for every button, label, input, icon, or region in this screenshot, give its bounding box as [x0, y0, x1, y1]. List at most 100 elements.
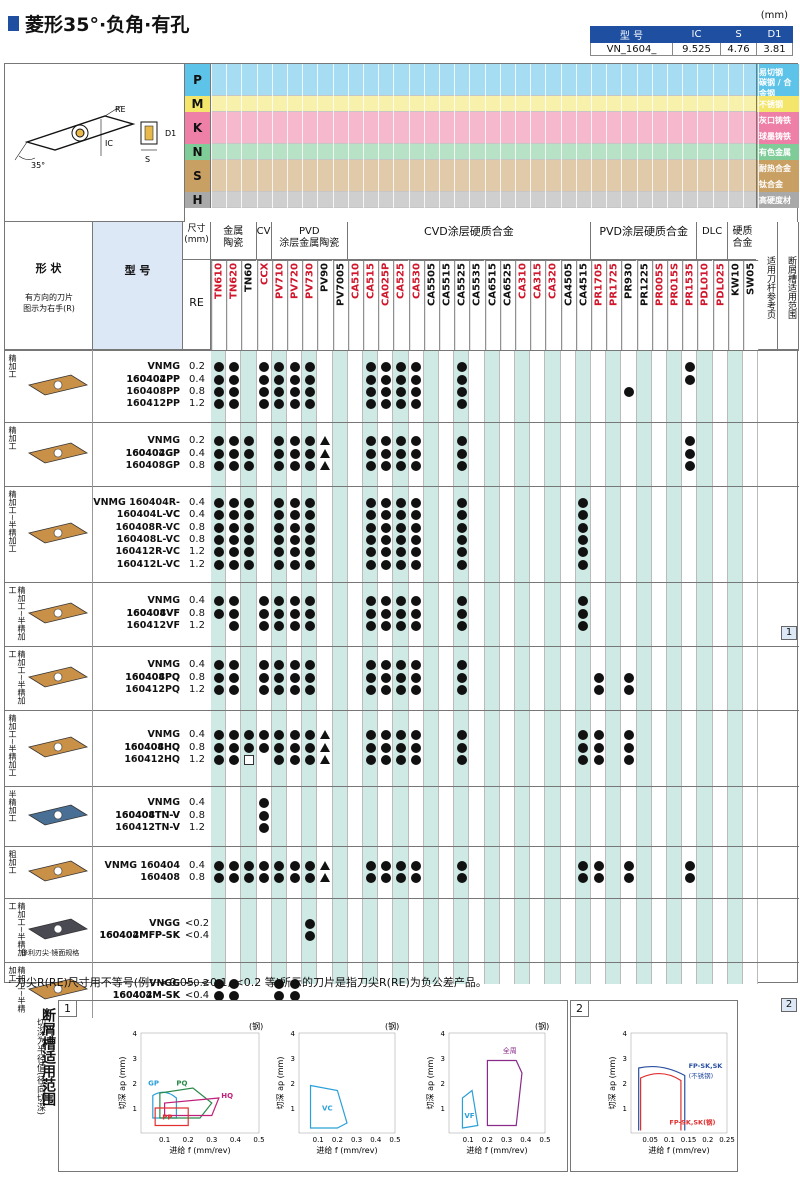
dims-d1: 3.81 [756, 42, 793, 56]
mark-recommended [289, 559, 300, 570]
material-N-label: N [185, 144, 211, 160]
mark-recommended [365, 374, 376, 385]
material-M-band [211, 96, 756, 112]
mark-recommended [228, 685, 239, 696]
material-K-label: K [185, 112, 211, 144]
mark-recommended [259, 672, 270, 683]
grade-divider [697, 64, 699, 222]
re-value: <0.4 [184, 930, 210, 941]
mark-recommended [456, 461, 467, 472]
mark-recommended [213, 399, 224, 410]
mark-recommended [593, 672, 604, 683]
grade-divider [226, 64, 228, 222]
mark-recommended [289, 672, 300, 683]
model-code: 160408R-VC [115, 521, 180, 533]
mark-recommended [365, 621, 376, 632]
mark-recommended [213, 755, 224, 766]
grade-divider [393, 64, 395, 222]
mark-recommended [624, 860, 634, 871]
mark-recommended [228, 374, 239, 385]
mark-recommended [244, 860, 254, 871]
x-tick-label: 0.3 [351, 1136, 362, 1144]
mark-recommended [365, 608, 376, 619]
series-label: FP-SK,SK(钢) [669, 1117, 715, 1126]
mark-recommended [213, 362, 224, 373]
grade-divider [667, 64, 668, 222]
model-code: 160412VF [126, 620, 180, 632]
y-axis-label: 切深 ap (mm) [118, 1057, 127, 1110]
mark-recommended [380, 362, 391, 373]
mark-recommended [365, 742, 376, 753]
mark-recommended [380, 873, 391, 883]
range-charts-2: 0.05 0.1 0.15 0.2 0.25 1 2 3 4 进给 f (mm/rev) 切深 ap… [608, 1030, 735, 1155]
grade-PDL010: PDL010 [697, 260, 713, 350]
diagram-ic: IC [105, 139, 113, 148]
mark-recommended [213, 547, 224, 558]
x-tick-label: 0.2 [702, 1136, 713, 1144]
grade-PV7005: PV7005 [332, 260, 348, 350]
mark-recommended [244, 535, 254, 545]
grade-CA510: CA510 [347, 260, 363, 350]
grade-divider [287, 64, 288, 222]
grade-PV710: PV710 [271, 260, 287, 350]
mark-recommended [274, 860, 285, 871]
re-value: 1.2 [189, 754, 205, 766]
mark-triangle [320, 860, 330, 870]
grade-divider [575, 64, 577, 222]
y-tick-label: 2 [291, 1080, 295, 1088]
y-axis-label: 切深 ap (mm) [426, 1057, 435, 1110]
mark-recommended [228, 535, 239, 545]
mark-recommended [593, 873, 604, 883]
material-P-band [211, 64, 756, 96]
re-value: 1.2 [189, 822, 205, 834]
grade-divider [439, 64, 440, 222]
machining-label: 半精加工 [8, 790, 17, 822]
diagram-d1: D1 [165, 129, 176, 138]
mark-recommended [365, 461, 376, 472]
re-value: 0.8 [189, 607, 205, 619]
grade-divider [636, 64, 638, 222]
mark-recommended [304, 448, 315, 459]
mark-recommended [411, 672, 422, 683]
grade-table: RE IC 35° D1 S P 易切钢 碳钢 / 合金钢 M 不锈钢 K 灰口铸铁 球墨铸铁… [4, 63, 799, 1018]
mark-recommended [365, 730, 376, 741]
grade-divider [211, 64, 212, 222]
material-M-name-0: 不锈钢 [756, 96, 799, 112]
y-tick-label: 2 [133, 1080, 137, 1088]
mark-recommended [365, 596, 376, 607]
mark-recommended [396, 742, 406, 753]
header-range: 断屑槽适用范围 [778, 222, 799, 350]
mark-recommended [365, 873, 376, 883]
mark-recommended [228, 497, 239, 508]
mark-recommended [365, 436, 376, 447]
mark-recommended [365, 755, 376, 766]
grade-divider [591, 64, 592, 222]
machining-label: 精加工~半精加工 [8, 714, 17, 777]
x-axis-label: 进给 f (mm/rev) [316, 1145, 377, 1155]
x-tick-label: 0.1 [159, 1136, 170, 1144]
x-axis-label: 进给 f (mm/rev) [466, 1145, 527, 1155]
chart-title: (钢) [249, 1021, 263, 1031]
mark-recommended [289, 522, 300, 533]
x-tick-label: 0.1 [313, 1136, 324, 1144]
mark-recommended [259, 860, 270, 871]
mark-recommended [396, 608, 406, 619]
y-axis-label: 切深 ap (mm) [276, 1057, 285, 1110]
mark-recommended [684, 873, 695, 883]
grade-CA525: CA525 [393, 260, 409, 350]
grade-SW05: SW05 [743, 260, 759, 350]
material-S-name-0: 耐热合金 [756, 160, 799, 176]
header-ref: 适用刀杆参考页 [756, 222, 778, 350]
grade-CA6515: CA6515 [484, 260, 500, 350]
chipbreaker-range-subtitle: 切深为半径值(径向切深) [35, 1018, 45, 1116]
x-tick-label: 0.3 [206, 1136, 217, 1144]
mark-triangle [320, 730, 330, 740]
header-group-6: 硬质 合金 [727, 222, 759, 260]
mark-recommended [411, 522, 422, 533]
mark-recommended [228, 522, 239, 533]
header-model: 型 号 [93, 222, 183, 350]
mark-recommended [228, 672, 239, 683]
grade-CA5505: CA5505 [423, 260, 439, 350]
re-value: 0.8 [189, 534, 205, 545]
x-tick-label: 0.25 [719, 1136, 735, 1144]
